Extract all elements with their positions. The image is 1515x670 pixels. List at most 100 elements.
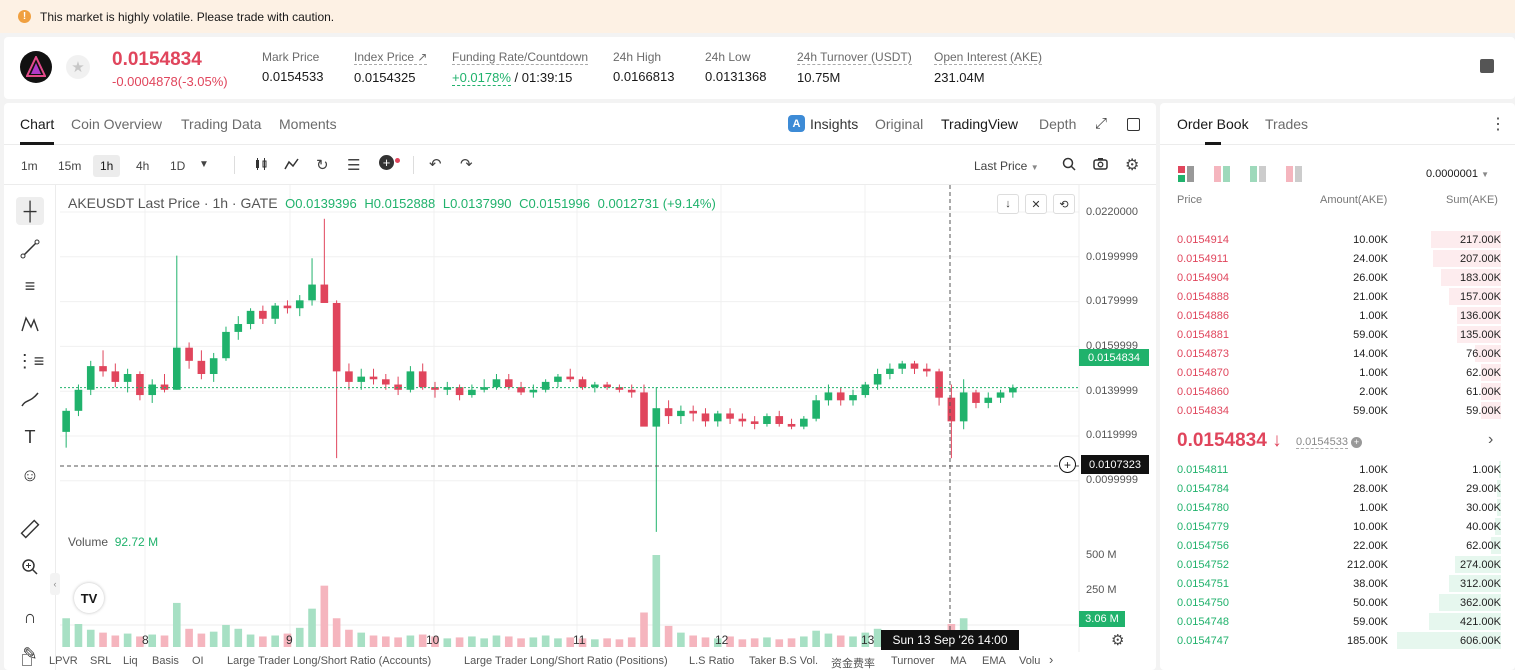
current-volume-tag: 3.06 M [1079,611,1125,627]
precision-select[interactable]: 0.0000001 ▼ [1426,168,1489,180]
layout-both-icon[interactable] [1178,166,1194,182]
ask-row[interactable]: 0.0154860 2.00K 61.00K [1160,382,1515,401]
settings-gear-icon[interactable]: ⚙ [1125,155,1139,175]
camera-icon[interactable] [1093,157,1108,173]
indicator-item[interactable]: SRL [90,655,111,667]
stat-label[interactable]: Index Price ↗ [354,50,428,65]
tab-trading-data[interactable]: Trading Data [181,116,261,132]
redo-icon[interactable]: ↷ [460,155,473,173]
bid-row[interactable]: 0.0154780 1.00K 30.00K [1160,498,1515,517]
indicator-item[interactable]: Basis [152,655,179,667]
expand-icon[interactable]: ⤢ [1095,115,1107,132]
timeframe-1m[interactable]: 1m [14,155,45,177]
indicator-item[interactable]: Liq [123,655,138,667]
indicator-item[interactable]: 资金费率 [831,655,875,670]
insights-icon[interactable]: A [788,115,805,132]
indicator-item[interactable]: Large Trader Long/Short Ratio (Accounts) [227,655,431,667]
bid-row[interactable]: 0.0154752 212.00K 274.00K [1160,555,1515,574]
bid-row[interactable]: 0.0154748 59.00K 421.00K [1160,612,1515,631]
reset-icon[interactable]: ⟲ [1053,194,1075,214]
collapse-icon[interactable]: ✕ [1025,194,1047,214]
bid-row[interactable]: 0.0154811 1.00K 1.00K [1160,460,1515,479]
candle-body [283,305,292,309]
more-options-icon[interactable]: ⋮ [1490,114,1506,134]
stat-label[interactable]: Funding Rate/Countdown [452,50,589,65]
bid-row[interactable]: 0.0154750 50.00K 362.00K [1160,593,1515,612]
mark-price-value: 0.0154533 [1296,436,1348,449]
indicator-item[interactable]: L.S Ratio [689,655,734,667]
bid-row[interactable]: 0.0154756 22.00K 62.00K [1160,536,1515,555]
search-icon[interactable] [1062,157,1076,174]
ask-row[interactable]: 0.0154911 24.00K 207.00K [1160,249,1515,268]
notebook-icon[interactable] [1480,59,1494,73]
ask-row[interactable]: 0.0154904 26.00K 183.00K [1160,268,1515,287]
undo-icon[interactable]: ↶ [429,155,442,173]
favorite-star-icon[interactable]: ★ [66,55,90,79]
volume-bar [271,635,279,647]
tab-chart[interactable]: Chart [10,116,64,145]
timeframe-dropdown-icon[interactable]: ▼ [199,159,209,170]
timeframe-4h[interactable]: 4h [129,155,156,177]
bid-row[interactable]: 0.0154751 38.00K 312.00K [1160,574,1515,593]
funding-rate[interactable]: +0.0178% [452,70,511,86]
timeframe-1h[interactable]: 1h [93,155,121,177]
ask-row[interactable]: 0.0154888 21.00K 157.00K [1160,287,1515,306]
ask-row[interactable]: 0.0154873 14.00K 76.00K [1160,344,1515,363]
indicator-item[interactable]: LPVR [49,655,78,667]
layout-asks-icon[interactable] [1286,166,1302,182]
stat-label[interactable]: Open Interest (AKE) [934,50,1043,65]
axis-settings-icon[interactable]: ⚙ [1111,631,1124,649]
tab-tradingview[interactable]: TradingView [941,116,1018,132]
stat-index-price[interactable]: Index Price ↗ 0.0154325 [354,50,428,85]
indicators-icon[interactable] [284,157,299,174]
tab-depth[interactable]: Depth [1039,116,1076,132]
tab-order-book[interactable]: Order Book [1177,116,1249,145]
candle-body [185,347,193,361]
bid-row[interactable]: 0.0154784 28.00K 29.00K [1160,479,1515,498]
mark-price-info-icon[interactable]: + [1351,437,1363,448]
scroll-right-icon[interactable]: › [1049,652,1053,667]
volume-bar [529,637,538,647]
indicator-item[interactable]: EMA [982,655,1006,667]
candle-body [197,360,206,374]
last-price: 0.0154834 [112,49,202,70]
indicator-item[interactable]: Large Trader Long/Short Ratio (Positions… [464,655,668,667]
price-source-select[interactable]: Last Price ▼ [974,159,1039,173]
bid-row[interactable]: 0.0154779 10.00K 40.00K [1160,517,1515,536]
ask-row[interactable]: 0.0154914 10.00K 217.00K [1160,230,1515,249]
indicator-item[interactable]: Turnover [891,655,935,667]
window-icon[interactable] [1127,118,1140,131]
tab-insights[interactable]: Insights [810,116,858,132]
timeframe-15m[interactable]: 15m [51,155,88,177]
layout-split-icon[interactable] [1214,166,1230,182]
stat-label[interactable]: 24h Turnover (USDT) [797,50,912,65]
indicator-item[interactable]: Taker B.S Vol. [749,655,818,667]
tab-original[interactable]: Original [875,116,923,132]
tab-coin-overview[interactable]: Coin Overview [71,116,162,132]
candle-type-icon[interactable] [254,157,268,174]
template-icon[interactable]: ☰ [347,156,360,174]
ask-row[interactable]: 0.0154886 1.00K 136.00K [1160,306,1515,325]
timeframe-1d[interactable]: 1D [163,155,192,177]
refresh-icon[interactable]: ↻ [316,156,329,174]
bid-row[interactable]: 0.0154747 185.00K 606.00K [1160,631,1515,650]
chevron-right-icon[interactable]: › [1488,431,1493,449]
indicator-item[interactable]: OI [192,655,204,667]
indicator-item[interactable]: MA [950,655,967,667]
legend-pair: AKEUSDT Last Price · 1h · GATE [68,195,278,211]
candle-body [99,366,107,372]
volume-bar [701,637,710,647]
scroll-down-icon[interactable]: ↓ [997,194,1019,214]
ask-row[interactable]: 0.0154881 59.00K 135.00K [1160,325,1515,344]
tab-moments[interactable]: Moments [279,116,337,132]
candlestick-chart[interactable] [4,185,1156,652]
tab-trades[interactable]: Trades [1265,116,1308,132]
ask-row[interactable]: 0.0154870 1.00K 62.00K [1160,363,1515,382]
add-indicator-icon[interactable]: + [379,155,394,170]
layout-bids-icon[interactable] [1250,166,1266,182]
layout-icon[interactable] [22,654,32,666]
indicator-item[interactable]: Volu [1019,655,1040,667]
add-alert-icon[interactable]: + [1059,456,1076,473]
stat-value: 10.75M [797,70,841,85]
ask-row[interactable]: 0.0154834 59.00K 59.00K [1160,401,1515,420]
